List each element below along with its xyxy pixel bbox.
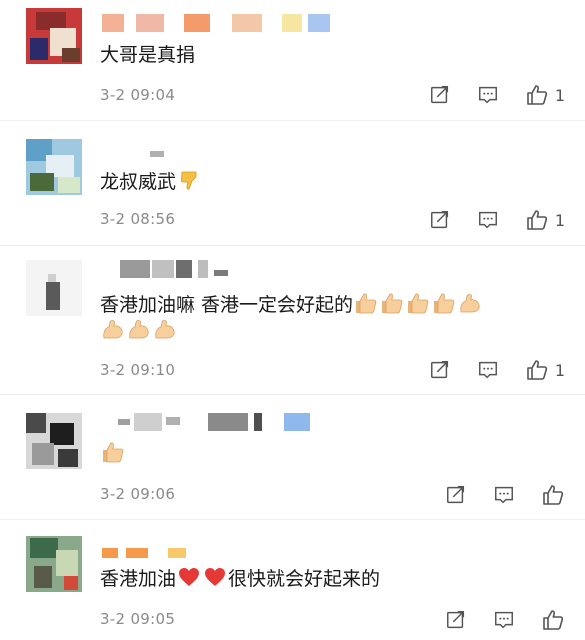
like-button[interactable] <box>541 483 565 507</box>
comment-text: 香港加油 很快就会好起来的 <box>100 566 380 592</box>
share-icon <box>445 484 467 506</box>
like-icon <box>525 358 549 382</box>
comment-actions <box>419 607 565 633</box>
comment-text-part: 很快就会好起来的 <box>228 568 381 590</box>
comment-text <box>100 441 126 467</box>
comment-text-content: 香港加油嘛 香港一定会好起的 <box>100 294 354 316</box>
thumbs-up-emoji-icon <box>354 292 378 314</box>
thumbs-up-emoji-icon <box>432 292 456 314</box>
pointing-down-emoji-icon <box>177 169 201 191</box>
share-button[interactable] <box>429 359 451 381</box>
flexed-biceps-emoji-icon <box>127 318 151 340</box>
avatar[interactable] <box>26 413 82 469</box>
comment-item: 3-2 09:06 <box>0 395 585 519</box>
comment-time: 3-2 09:06 <box>100 485 176 503</box>
like-icon <box>525 83 549 107</box>
username-blurred[interactable] <box>102 14 332 32</box>
flexed-biceps-emoji-icon <box>101 318 125 340</box>
avatar[interactable] <box>26 260 82 316</box>
share-icon <box>429 209 451 231</box>
share-icon <box>445 609 467 631</box>
comment-time: 3-2 09:04 <box>100 86 176 104</box>
comment-icon <box>477 84 499 106</box>
share-button[interactable] <box>429 84 451 106</box>
share-button[interactable] <box>429 209 451 231</box>
share-button[interactable] <box>445 484 467 506</box>
comment-icon <box>477 359 499 381</box>
reply-button[interactable] <box>493 484 515 506</box>
flexed-biceps-emoji-icon <box>153 318 177 340</box>
like-button[interactable] <box>541 608 565 632</box>
username-blurred[interactable] <box>150 145 170 163</box>
comment-icon <box>493 484 515 506</box>
reply-button[interactable] <box>477 84 499 106</box>
username-blurred[interactable] <box>102 544 192 562</box>
comment-icon <box>477 209 499 231</box>
comment-time: 3-2 08:56 <box>100 210 176 228</box>
comment-text: 大哥是真捐 <box>100 44 196 66</box>
reply-button[interactable] <box>477 209 499 231</box>
thumbs-up-emoji-icon <box>406 292 430 314</box>
comment-item: 大哥是真捐 3-2 09:04 1 <box>0 0 585 120</box>
reply-button[interactable] <box>477 359 499 381</box>
avatar[interactable] <box>26 536 82 592</box>
like-button[interactable]: 1 <box>525 358 565 382</box>
like-count: 1 <box>554 210 565 230</box>
comment-item: 香港加油嘛 香港一定会好起的 3-2 09:10 1 <box>0 246 585 394</box>
thumbs-up-emoji-icon <box>101 441 125 463</box>
like-button[interactable]: 1 <box>525 83 565 107</box>
like-count: 1 <box>554 360 565 380</box>
comment-item: 香港加油 很快就会好起来的 3-2 09:05 <box>0 520 585 640</box>
reply-button[interactable] <box>493 609 515 631</box>
comment-actions: 1 <box>403 207 565 233</box>
comment-text-part: 香港加油 <box>100 568 177 590</box>
flexed-biceps-emoji-icon <box>458 292 482 314</box>
comment-time: 3-2 09:10 <box>100 361 176 379</box>
comment-actions: 1 <box>403 357 565 383</box>
share-icon <box>429 359 451 381</box>
share-button[interactable] <box>445 609 467 631</box>
like-icon <box>541 608 565 632</box>
avatar[interactable] <box>26 139 82 195</box>
share-icon <box>429 84 451 106</box>
like-icon <box>525 208 549 232</box>
like-button[interactable]: 1 <box>525 208 565 232</box>
like-icon <box>541 483 565 507</box>
comment-text-content: 龙叔威武 <box>100 171 177 193</box>
red-heart-emoji-icon <box>203 566 227 588</box>
comment-time: 3-2 09:05 <box>100 610 176 628</box>
username-blurred[interactable] <box>118 413 318 431</box>
comment-icon <box>493 609 515 631</box>
comment-item: 龙叔威武 3-2 08:56 1 <box>0 121 585 245</box>
username-blurred[interactable] <box>120 260 230 278</box>
red-heart-emoji-icon <box>177 566 201 588</box>
comment-actions: 1 <box>403 82 565 108</box>
comment-text: 香港加油嘛 香港一定会好起的 <box>100 292 483 344</box>
avatar[interactable] <box>26 8 82 64</box>
thumbs-up-emoji-icon <box>380 292 404 314</box>
comment-text: 龙叔威武 <box>100 169 202 195</box>
like-count: 1 <box>554 85 565 105</box>
comment-actions <box>419 482 565 508</box>
